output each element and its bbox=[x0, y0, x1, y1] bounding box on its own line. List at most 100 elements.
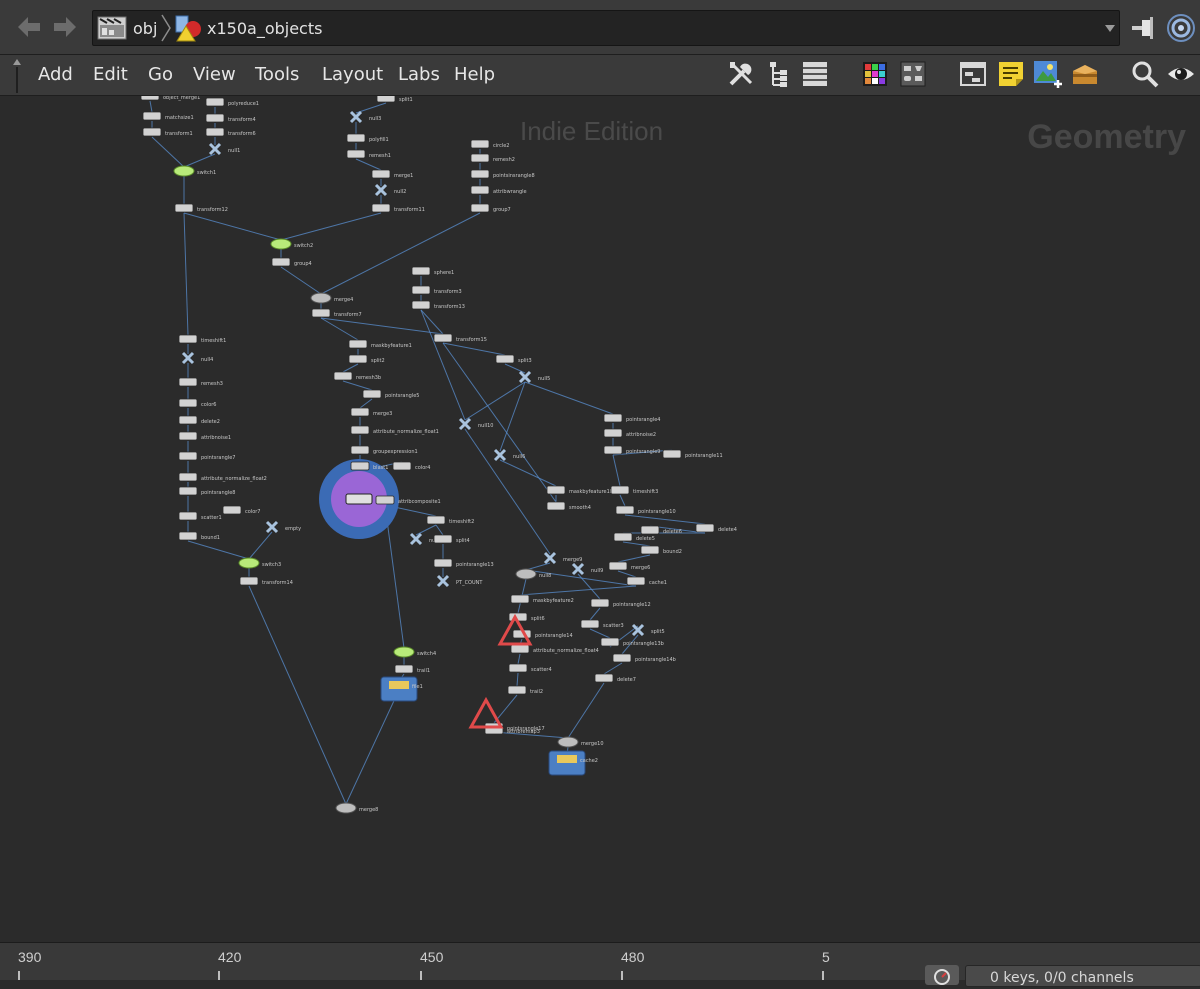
node-timeshift2[interactable]: timeshift2 bbox=[426, 515, 474, 525]
node-delete2[interactable]: delete2 bbox=[178, 415, 220, 425]
crumb-x150a-objects[interactable]: x150a_objects bbox=[173, 11, 322, 45]
node-transform12[interactable]: transform12 bbox=[174, 203, 228, 213]
tools-button[interactable] bbox=[726, 59, 756, 89]
node-bound2[interactable]: bound2 bbox=[640, 545, 682, 555]
node-graph[interactable]: object_merge1 polyreduce1 matchsize1 transf… bbox=[0, 96, 1200, 942]
node-delete4[interactable]: delete4 bbox=[695, 523, 737, 533]
node-transform3[interactable]: transform3 bbox=[411, 285, 462, 295]
node-empty[interactable]: empty bbox=[265, 520, 301, 534]
node-pointsinsrangle8[interactable]: pointsinsrangle8 bbox=[470, 169, 535, 179]
menu-edit[interactable]: Edit bbox=[93, 63, 128, 87]
node-split3[interactable]: split3 bbox=[495, 354, 532, 364]
node-pointsrangle8[interactable]: pointsrangle8 bbox=[178, 486, 235, 496]
node-pointsrangle9[interactable]: pointsrangle9 bbox=[603, 445, 660, 455]
node-transform11[interactable]: transform11 bbox=[371, 203, 425, 213]
menu-layout[interactable]: Layout bbox=[322, 63, 383, 87]
realtime-toggle-button[interactable] bbox=[925, 965, 959, 985]
node-null2[interactable]: null2 bbox=[374, 183, 406, 197]
node-timeshift1[interactable]: timeshift1 bbox=[178, 334, 226, 344]
menu-help[interactable]: Help bbox=[454, 63, 495, 87]
node-remesh3[interactable]: remesh3 bbox=[178, 377, 223, 387]
node-pointsrangle12[interactable]: pointsrangle12 bbox=[590, 598, 651, 608]
node-bound1[interactable]: bound1 bbox=[178, 531, 220, 541]
visibility-button[interactable] bbox=[1166, 59, 1196, 89]
shape-palette-button[interactable] bbox=[898, 59, 928, 89]
node-color6[interactable]: color6 bbox=[178, 398, 217, 408]
tree-view-button[interactable] bbox=[764, 59, 794, 89]
node-polyfill1[interactable]: polyfill1 bbox=[346, 133, 389, 143]
color-palette-button[interactable] bbox=[860, 59, 890, 89]
node-file1[interactable]: file1 bbox=[380, 676, 423, 702]
node-merge1[interactable]: merge1 bbox=[371, 169, 413, 179]
node-transform14[interactable]: transform14 bbox=[239, 576, 293, 586]
node-null10[interactable]: null10 bbox=[458, 417, 493, 431]
node-matchsize1[interactable]: matchsize1 bbox=[142, 111, 194, 121]
node-cache2[interactable]: cache2 bbox=[548, 750, 598, 776]
node-transform15[interactable]: transform15 bbox=[433, 333, 487, 343]
find-button[interactable] bbox=[1130, 59, 1160, 89]
node-transform6[interactable]: transform6 bbox=[205, 127, 256, 137]
node-pointsrangle7[interactable]: pointsrangle7 bbox=[178, 451, 235, 461]
node-switch2[interactable]: switch2 bbox=[270, 238, 313, 250]
menu-view[interactable]: View bbox=[193, 63, 236, 87]
node-transform13[interactable]: transform13 bbox=[411, 300, 465, 310]
node-split4[interactable]: split4 bbox=[433, 534, 470, 544]
node-pointsrangle10[interactable]: pointsrangle10 bbox=[615, 505, 676, 515]
node-merge8[interactable]: merge8 bbox=[335, 802, 378, 814]
node-smooth4[interactable]: smooth4 bbox=[546, 501, 591, 511]
node-circle2[interactable]: circle2 bbox=[470, 139, 509, 149]
node-switch4[interactable]: switch4 bbox=[393, 646, 436, 658]
node-attribute_normalize_float1[interactable]: attribute_normalize_float1 bbox=[350, 425, 439, 435]
node-object_merge1[interactable]: object_merge1 bbox=[140, 96, 200, 101]
node-null8[interactable]: null8 bbox=[515, 568, 551, 580]
toolbar-collapse-icon[interactable] bbox=[10, 55, 24, 95]
back-button[interactable] bbox=[16, 14, 42, 40]
forward-button[interactable] bbox=[52, 14, 78, 40]
network-link-icon[interactable] bbox=[1165, 12, 1197, 44]
node-null5[interactable]: null5 bbox=[518, 370, 550, 384]
node-pointsrangle13b[interactable]: pointsrangle13b bbox=[600, 637, 664, 647]
node-merge9[interactable]: merge9 bbox=[543, 551, 582, 565]
node-trail1[interactable]: trail1 bbox=[394, 664, 430, 674]
node-remesh2[interactable]: remesh2 bbox=[470, 153, 515, 163]
node-polyreduce1[interactable]: polyreduce1 bbox=[205, 97, 259, 107]
node-scatter3[interactable]: scatter3 bbox=[580, 619, 624, 629]
node-remesh3b[interactable]: remesh3b bbox=[333, 371, 381, 381]
node-scatter4[interactable]: scatter4 bbox=[508, 663, 552, 673]
node-maskbyfeature2[interactable]: maskbyfeature2 bbox=[510, 594, 574, 604]
network-path-field[interactable]: obj x150a_objects bbox=[92, 10, 1120, 46]
node-split2[interactable]: split2 bbox=[348, 354, 385, 364]
node-group7[interactable]: group7 bbox=[470, 203, 511, 213]
node-transform7[interactable]: transform7 bbox=[311, 308, 362, 318]
node-attribwrangle[interactable]: attribwrangle bbox=[470, 185, 527, 195]
node-transform1[interactable]: transform1 bbox=[142, 127, 193, 137]
node-null1[interactable]: null1 bbox=[208, 142, 240, 156]
timeline-bar[interactable]: 390 420 450 480 5 0 keys, 0/0 channels bbox=[0, 942, 1200, 987]
network-box-button[interactable] bbox=[958, 59, 988, 89]
node-sphere1[interactable]: sphere1 bbox=[411, 266, 454, 276]
node-split1[interactable]: split1 bbox=[376, 96, 413, 103]
menu-tools[interactable]: Tools bbox=[255, 63, 299, 87]
node-merge4[interactable]: merge4 bbox=[310, 292, 353, 304]
node-null4[interactable]: null4 bbox=[181, 351, 213, 365]
node-pointsrangle11[interactable]: pointsrangle11 bbox=[662, 449, 723, 459]
list-view-button[interactable] bbox=[800, 59, 830, 89]
node-attribnoise2[interactable]: attribnoise2 bbox=[603, 428, 656, 438]
node-trail2[interactable]: trail2 bbox=[507, 685, 543, 695]
node-delete7[interactable]: delete7 bbox=[594, 673, 636, 683]
crumb-obj[interactable]: obj bbox=[97, 11, 157, 45]
node-attribute_normalize_float4[interactable]: attribute_normalize_float4 bbox=[510, 644, 599, 654]
pin-icon[interactable] bbox=[1130, 14, 1160, 42]
node-color4[interactable]: color4 bbox=[392, 461, 431, 471]
node-remesh1[interactable]: remesh1 bbox=[346, 149, 391, 159]
keys-channels-display[interactable]: 0 keys, 0/0 channels bbox=[965, 965, 1200, 987]
path-history-dropdown-icon[interactable] bbox=[1103, 17, 1117, 39]
node-attribnoise1[interactable]: attribnoise1 bbox=[178, 431, 231, 441]
node-merge6[interactable]: merge6 bbox=[608, 561, 650, 571]
sticky-note-button[interactable] bbox=[996, 59, 1026, 89]
node-groupexpression1[interactable]: groupexpression1 bbox=[350, 445, 418, 455]
add-image-button[interactable] bbox=[1032, 59, 1062, 89]
node-color7[interactable]: color7 bbox=[222, 505, 261, 515]
node-scatter1[interactable]: scatter1 bbox=[178, 511, 222, 521]
node-transform4[interactable]: transform4 bbox=[205, 113, 256, 123]
